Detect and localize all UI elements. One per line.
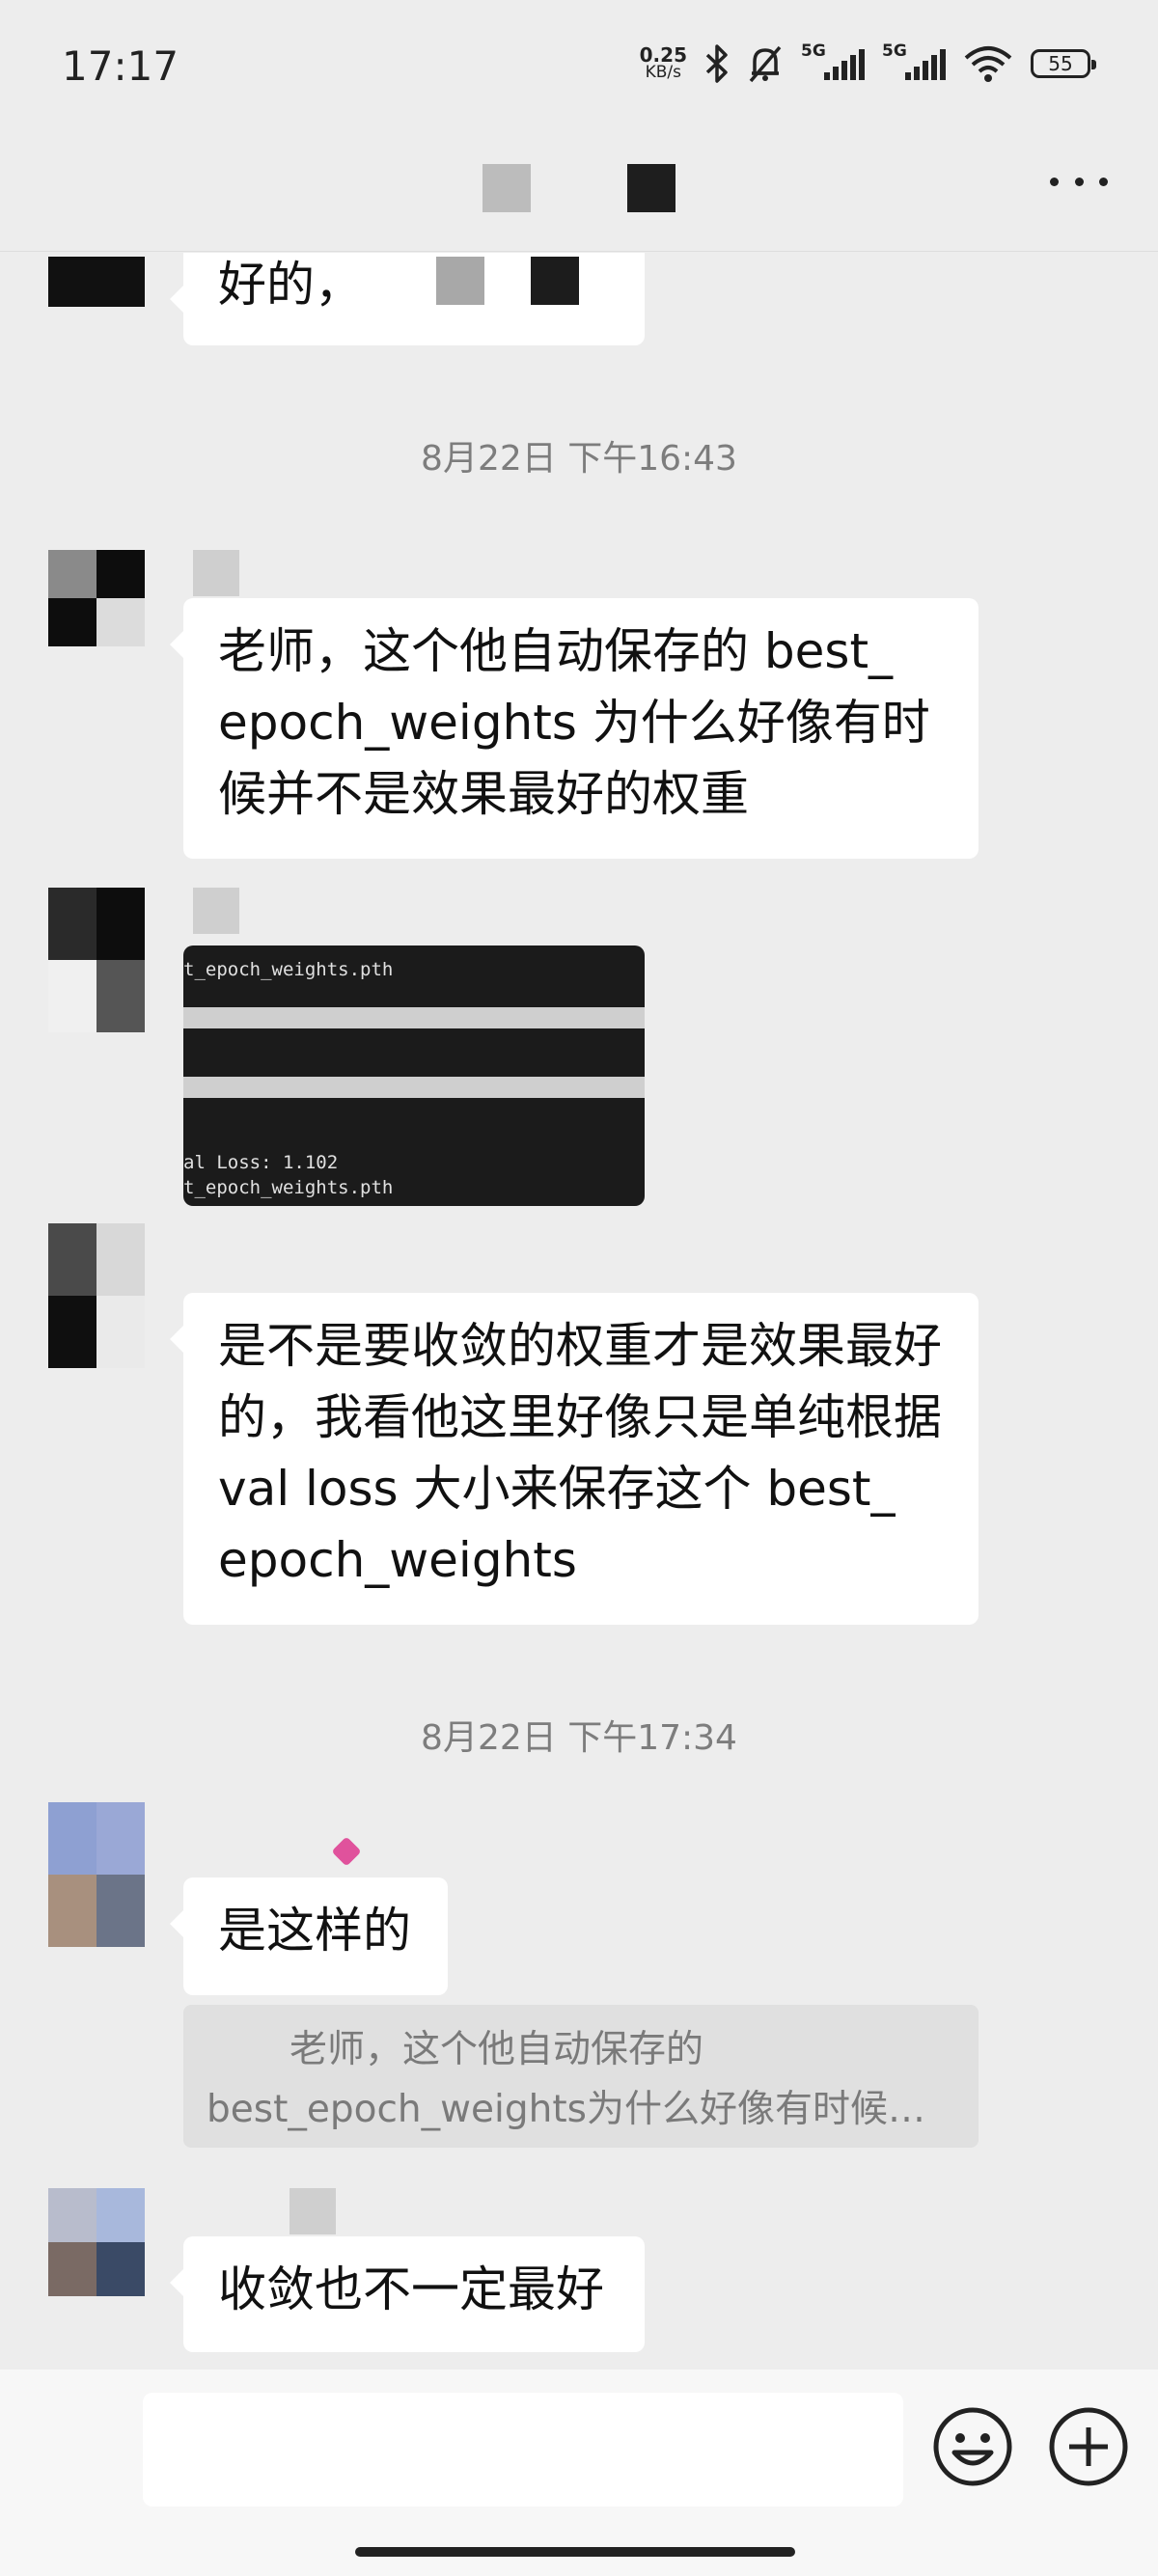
image-text-line: al Loss: 1.102 (183, 1152, 339, 1173)
sender-name-redacted (290, 2188, 336, 2234)
bluetooth-icon (705, 44, 728, 83)
avatar[interactable] (48, 1223, 145, 1368)
signal-2-icon: 5G (882, 41, 946, 80)
avatar[interactable] (48, 550, 145, 646)
header-divider (0, 251, 1158, 252)
sender-name-redacted (193, 888, 239, 934)
chat-title-redacted-2 (627, 164, 676, 212)
message-bubble[interactable]: 是不是要收敛的权重才是效果最好的，我看他这里好像只是单纯根据val loss 大… (170, 1293, 979, 1625)
image-text-line: t_epoch_weights.pth (183, 959, 394, 980)
image-text-line: t_epoch_weights.pth (183, 1177, 394, 1198)
message-input[interactable] (143, 2393, 903, 2507)
wifi-icon (964, 46, 1012, 82)
image-stripe (183, 1007, 645, 1028)
sender-name-redacted (193, 550, 239, 596)
message-text: 是这样的 (218, 1903, 411, 1959)
quoted-text-line-1: 老师，这个他自动保存的 (290, 2028, 704, 2071)
bell-off-icon (749, 45, 782, 83)
timestamp: 8月22日 下午16:43 (421, 439, 737, 479)
quoted-text-line-2: best_epoch_weights为什么好像有时候… (207, 2088, 925, 2131)
message-text: 好的， (218, 257, 363, 313)
heart-emoji-icon (331, 1836, 362, 1867)
more-icon[interactable] (1050, 164, 1108, 199)
avatar-redacted (48, 257, 145, 307)
plus-icon[interactable] (1048, 2406, 1129, 2487)
chat-title-redacted-1 (482, 164, 531, 212)
emoji-icon[interactable] (932, 2406, 1013, 2487)
signal-1-icon: 5G (801, 41, 865, 80)
message-bubble[interactable]: 老师，这个他自动保存的 best_ epoch_weights 为什么好像有时候… (170, 598, 979, 859)
signal-2-label: 5G (882, 41, 907, 61)
battery-indicator: 55 (1031, 49, 1096, 78)
message-text: 收敛也不一定最好 (218, 2261, 604, 2317)
message-text: 是不是要收敛的权重才是效果最好的，我看他这里好像只是单纯根据val loss 大… (218, 1318, 942, 1588)
status-icons: 0.25 KB/s 5G 5G 55 (639, 41, 1096, 83)
image-message[interactable]: t_epoch_weights.pth al Loss: 1.102 t_epo… (183, 945, 645, 1206)
message-bubble[interactable]: 收敛也不一定最好 (170, 2236, 645, 2352)
avatar[interactable] (48, 1802, 145, 1947)
avatar[interactable] (48, 888, 145, 1032)
message-bubble[interactable]: 是这样的 (170, 1877, 448, 1995)
net-speed: 0.25 KB/s (639, 43, 687, 82)
quoted-reply[interactable]: 老师，这个他自动保存的 best_epoch_weights为什么好像有时候… (183, 2005, 979, 2148)
timestamp: 8月22日 下午17:34 (421, 1718, 737, 1758)
redacted-block (436, 257, 484, 305)
message-bubble[interactable]: 好的， (170, 253, 645, 345)
redacted-block (531, 257, 579, 305)
signal-1-label: 5G (801, 41, 826, 61)
image-stripe (183, 1077, 645, 1098)
home-indicator[interactable] (355, 2547, 795, 2557)
status-time: 17:17 (62, 42, 179, 90)
net-speed-unit: KB/s (645, 63, 682, 82)
message-text: 老师，这个他自动保存的 best_ epoch_weights 为什么好像有时候… (218, 623, 930, 822)
net-speed-value: 0.25 (639, 43, 687, 67)
avatar[interactable] (48, 2188, 145, 2296)
